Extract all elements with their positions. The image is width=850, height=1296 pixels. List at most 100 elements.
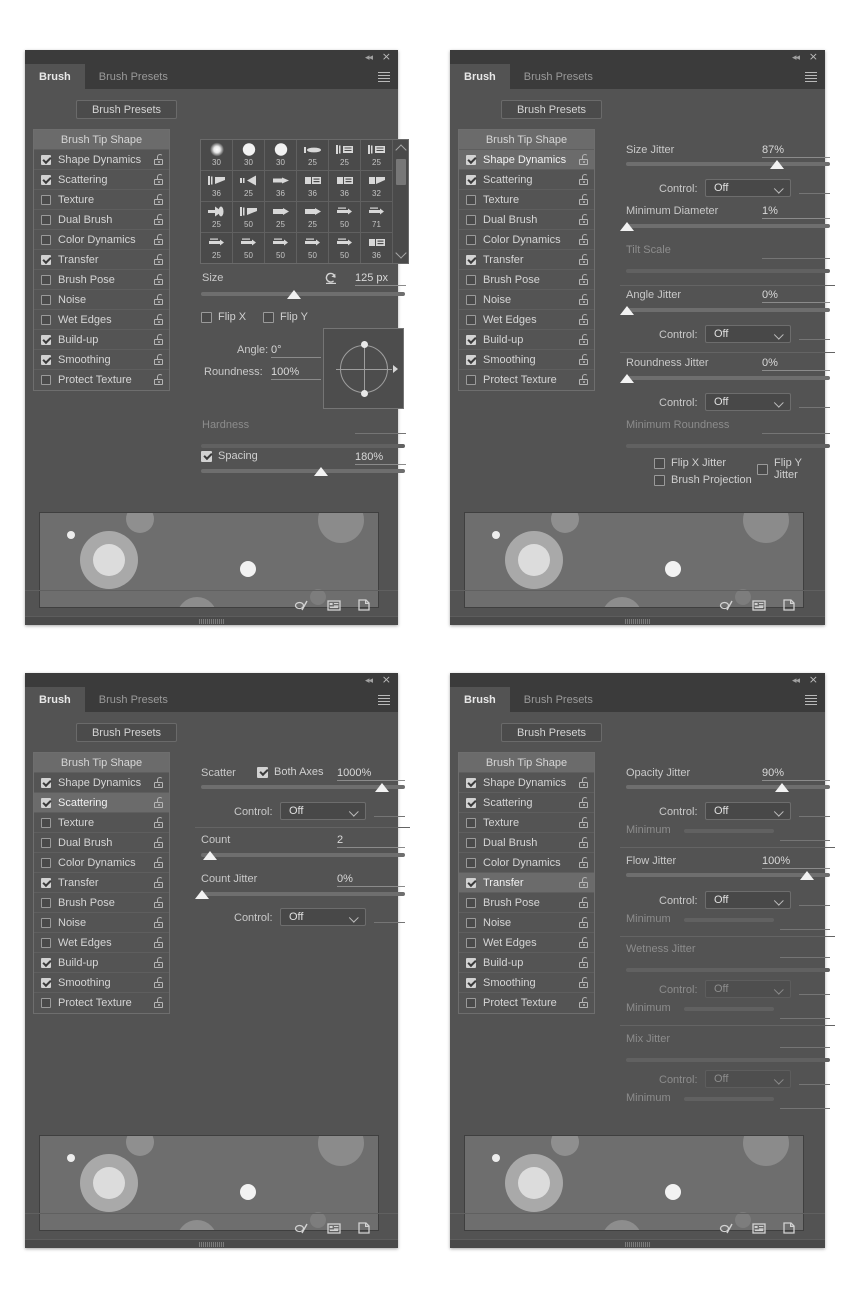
count-jitter-track[interactable] — [201, 892, 405, 896]
lock-icon[interactable] — [154, 154, 163, 165]
option-texture[interactable]: Texture — [34, 190, 169, 210]
opacity-jitter-thumb[interactable] — [775, 783, 789, 792]
option-brush-tip-shape[interactable]: Brush Tip Shape — [34, 753, 169, 773]
brush-preset-cell[interactable]: 25 — [201, 233, 233, 263]
lock-icon[interactable] — [579, 314, 588, 325]
option-wet-edges[interactable]: Wet Edges — [459, 310, 594, 330]
resize-grip[interactable] — [198, 1242, 225, 1247]
lock-icon[interactable] — [154, 817, 163, 828]
option-checkbox[interactable] — [41, 375, 51, 385]
scrollbar-thumb[interactable] — [396, 159, 406, 185]
option-protect-texture[interactable]: Protect Texture — [34, 993, 169, 1013]
brush-preset-icon[interactable] — [751, 1220, 767, 1236]
collapse-icon[interactable]: ◂◂ — [365, 675, 373, 685]
lock-icon[interactable] — [154, 997, 163, 1008]
option-checkbox[interactable] — [466, 957, 476, 968]
lock-icon[interactable] — [154, 937, 163, 948]
lock-icon[interactable] — [154, 234, 163, 245]
checkbox-box[interactable] — [201, 450, 212, 462]
option-smoothing[interactable]: Smoothing — [34, 350, 169, 370]
lock-icon[interactable] — [579, 777, 588, 788]
option-smoothing[interactable]: Smoothing — [459, 973, 594, 993]
option-texture[interactable]: Texture — [459, 190, 594, 210]
option-checkbox[interactable] — [41, 194, 51, 205]
lock-icon[interactable] — [579, 877, 588, 888]
panel-resize-grip-bar[interactable] — [25, 1239, 398, 1248]
option-checkbox[interactable] — [41, 234, 51, 245]
tab-brush-presets[interactable]: Brush Presets — [85, 687, 182, 712]
size-slider-thumb[interactable] — [287, 290, 301, 299]
opacity-control-select[interactable]: Off — [705, 802, 791, 820]
option-checkbox[interactable] — [41, 154, 51, 165]
lock-icon[interactable] — [579, 214, 588, 225]
option-dual-brush[interactable]: Dual Brush — [459, 210, 594, 230]
brush-preset-cell[interactable]: 36 — [265, 171, 297, 202]
dial-handle-bottom[interactable] — [361, 390, 368, 397]
lock-icon[interactable] — [579, 957, 588, 968]
close-icon[interactable]: × — [382, 674, 391, 685]
option-checkbox[interactable] — [466, 857, 476, 868]
scroll-down-icon[interactable] — [395, 247, 407, 259]
tab-brush[interactable]: Brush — [450, 64, 510, 89]
option-checkbox[interactable] — [41, 957, 51, 968]
option-dual-brush[interactable]: Dual Brush — [459, 833, 594, 853]
option-checkbox[interactable] — [466, 937, 476, 948]
wetness-control-select[interactable]: Off — [705, 980, 791, 998]
brush-presets-button[interactable]: Brush Presets — [501, 100, 602, 119]
live-brush-tip-icon[interactable] — [719, 1220, 735, 1236]
brush-preset-cell[interactable]: 30 — [201, 140, 233, 171]
brush-projection-checkbox[interactable]: Brush Projection — [654, 474, 752, 486]
option-checkbox[interactable] — [466, 274, 476, 285]
tab-brush[interactable]: Brush — [25, 64, 85, 89]
brush-preset-icon[interactable] — [326, 597, 342, 613]
option-transfer[interactable]: Transfer — [34, 250, 169, 270]
option-wet-edges[interactable]: Wet Edges — [459, 933, 594, 953]
lock-icon[interactable] — [579, 234, 588, 245]
close-icon[interactable]: × — [809, 51, 818, 62]
tab-brush[interactable]: Brush — [450, 687, 510, 712]
brush-preset-cell[interactable]: 25 — [265, 202, 297, 233]
tab-brush-presets[interactable]: Brush Presets — [510, 687, 607, 712]
lock-icon[interactable] — [579, 797, 588, 808]
option-brush-pose[interactable]: Brush Pose — [459, 270, 594, 290]
lock-icon[interactable] — [154, 254, 163, 265]
option-checkbox[interactable] — [41, 937, 51, 948]
option-checkbox[interactable] — [466, 777, 476, 788]
panel-menu-icon[interactable] — [805, 695, 817, 705]
brush-preset-cell[interactable]: 30 — [265, 140, 297, 171]
checkbox-box[interactable] — [757, 463, 768, 475]
close-icon[interactable]: × — [382, 51, 391, 62]
minimum-diameter-track[interactable] — [626, 224, 830, 228]
option-texture[interactable]: Texture — [459, 813, 594, 833]
option-dual-brush[interactable]: Dual Brush — [34, 833, 169, 853]
size-value[interactable]: 125 px — [355, 272, 406, 286]
option-checkbox[interactable] — [466, 998, 476, 1008]
option-brush-pose[interactable]: Brush Pose — [34, 893, 169, 913]
option-checkbox[interactable] — [466, 977, 476, 988]
scroll-up-icon[interactable] — [395, 144, 407, 156]
option-checkbox[interactable] — [41, 817, 51, 828]
option-scattering[interactable]: Scattering — [34, 793, 169, 813]
option-checkbox[interactable] — [41, 274, 51, 285]
flip-y-checkbox[interactable]: Flip Y — [263, 311, 308, 323]
angle-value[interactable]: 0° — [271, 344, 321, 358]
brush-angle-dial[interactable] — [323, 328, 404, 409]
option-texture[interactable]: Texture — [34, 813, 169, 833]
option-checkbox[interactable] — [41, 334, 51, 345]
both-axes-checkbox[interactable]: Both Axes — [257, 766, 324, 778]
resize-grip[interactable] — [624, 1242, 651, 1247]
angle-jitter-track[interactable] — [626, 308, 830, 312]
panel-resize-grip-bar[interactable] — [450, 616, 825, 625]
option-checkbox[interactable] — [41, 777, 51, 788]
roundness-value[interactable]: 100% — [271, 366, 321, 380]
option-checkbox[interactable] — [466, 837, 476, 848]
scatter-thumb[interactable] — [375, 783, 389, 792]
lock-icon[interactable] — [579, 917, 588, 928]
grid-scrollbar[interactable] — [392, 140, 408, 263]
option-shape-dynamics[interactable]: Shape Dynamics — [34, 773, 169, 793]
lock-icon[interactable] — [579, 997, 588, 1008]
option-checkbox[interactable] — [41, 314, 51, 325]
lock-icon[interactable] — [154, 977, 163, 988]
option-protect-texture[interactable]: Protect Texture — [459, 993, 594, 1013]
option-protect-texture[interactable]: Protect Texture — [459, 370, 594, 390]
